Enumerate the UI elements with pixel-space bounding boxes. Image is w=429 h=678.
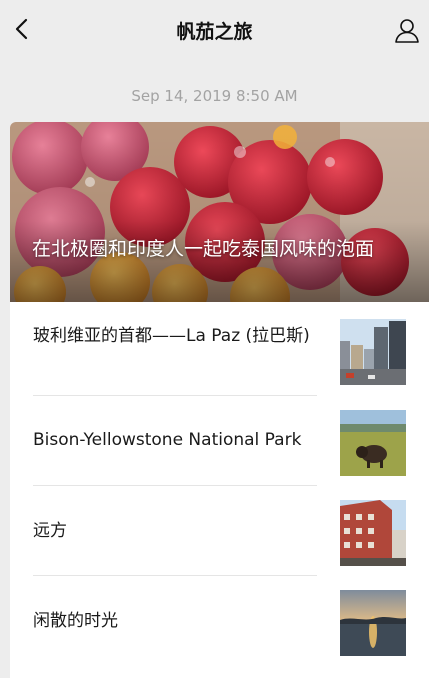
- article-card: 在北极圈和印度人一起吃泰国风味的泡面 玻利维亚的首都——La Paz (拉巴斯)…: [10, 122, 429, 678]
- page-title: 帆茄之旅: [176, 21, 253, 43]
- navigation-bar: 帆茄之旅: [0, 0, 429, 58]
- list-item[interactable]: Bison-Yellowstone National Park: [10, 396, 429, 486]
- article-title: 玻利维亚的首都——La Paz (拉巴斯): [33, 326, 310, 346]
- article-thumbnail: [340, 319, 406, 385]
- list-item[interactable]: 闲散的时光: [10, 576, 429, 666]
- article-thumbnail: [340, 500, 406, 566]
- person-icon[interactable]: [393, 16, 421, 44]
- article-title: 闲散的时光: [33, 611, 118, 631]
- list-item[interactable]: 玻利维亚的首都——La Paz (拉巴斯): [10, 306, 429, 396]
- article-thumbnail: [340, 410, 406, 476]
- article-title: 远方: [33, 521, 67, 541]
- message-timestamp: Sep 14, 2019 8:50 AM: [131, 87, 298, 105]
- hero-article-title: 在北极圈和印度人一起吃泰国风味的泡面: [32, 238, 375, 260]
- hero-image: [10, 122, 429, 302]
- hero-article[interactable]: 在北极圈和印度人一起吃泰国风味的泡面: [10, 122, 429, 302]
- list-item[interactable]: 远方: [10, 486, 429, 576]
- article-thumbnail: [340, 590, 406, 656]
- article-title: Bison-Yellowstone National Park: [33, 430, 302, 450]
